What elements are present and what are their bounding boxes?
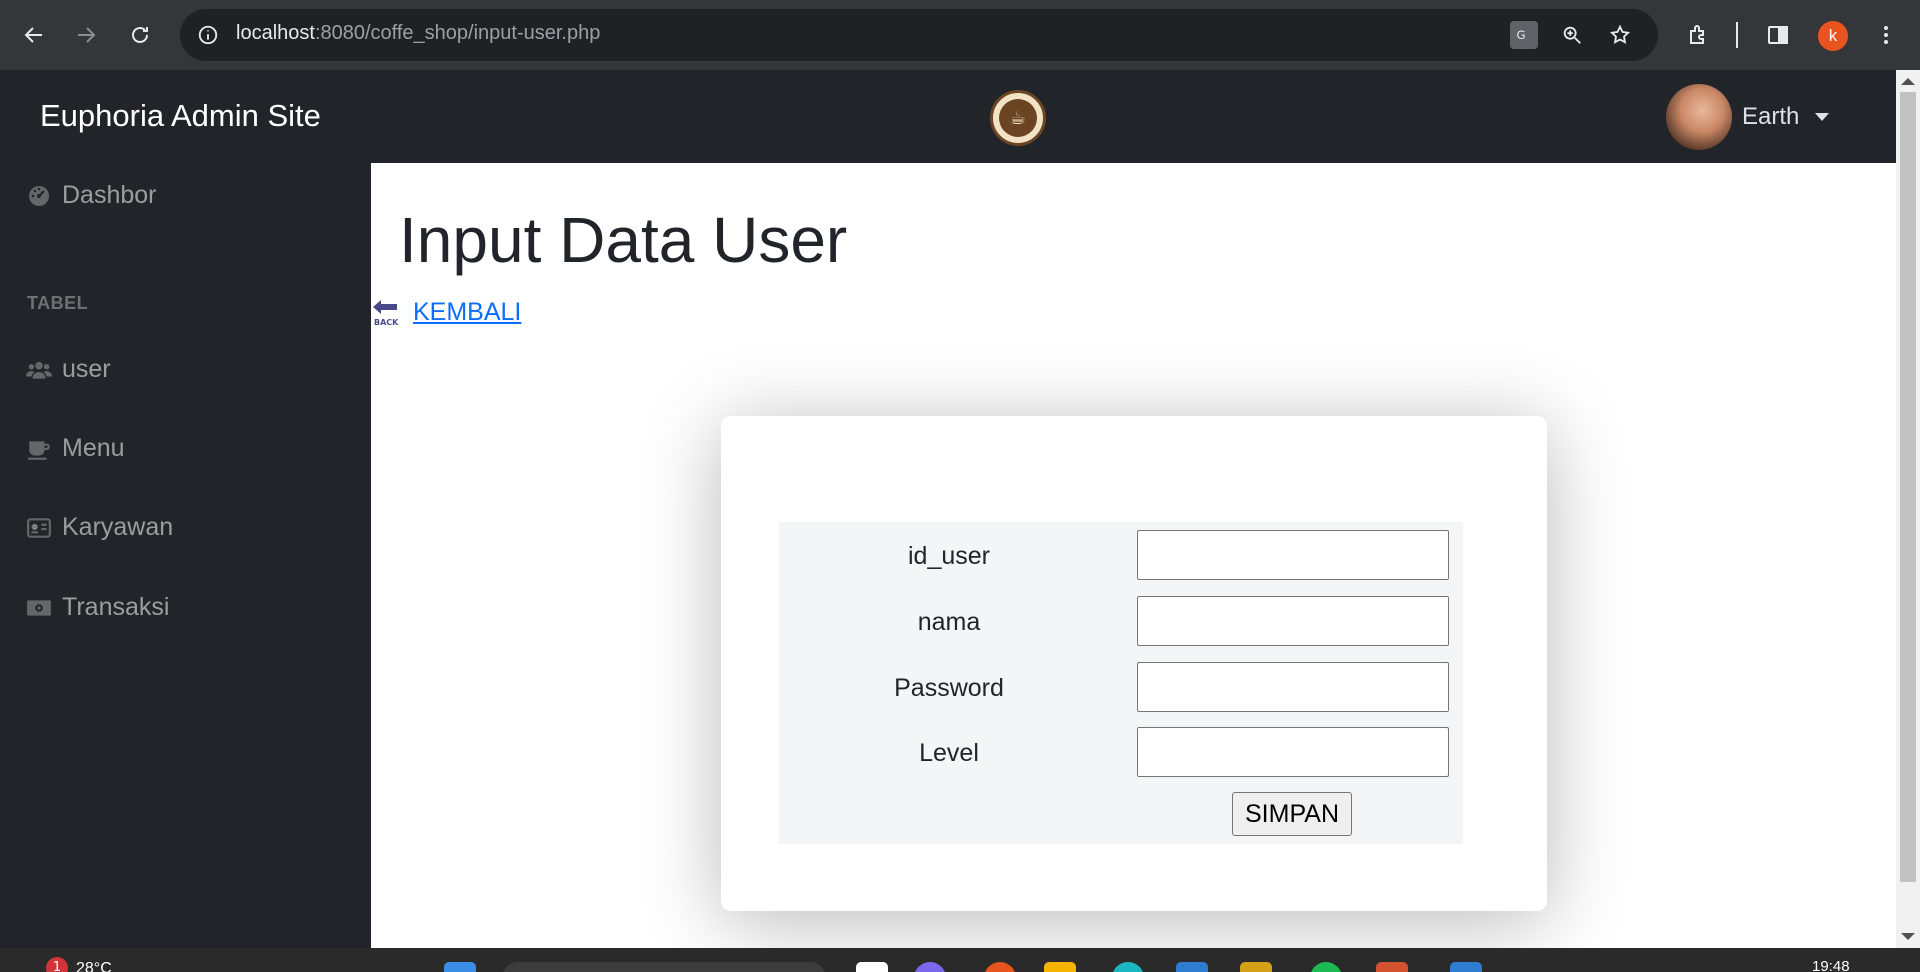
taskbar-app-icon[interactable] <box>856 962 888 972</box>
sidebar-item-label: Transaksi <box>62 593 170 621</box>
users-icon <box>26 357 52 383</box>
translate-icon[interactable]: G <box>1510 21 1538 49</box>
form-card: id_user nama Password Level SIMPAN <box>721 416 1547 911</box>
svg-text:G: G <box>1517 28 1526 42</box>
os-taskbar: 1 28°C 19:48 <box>0 948 1920 972</box>
user-dropdown[interactable]: Earth <box>1666 84 1830 150</box>
reload-icon[interactable] <box>120 15 160 55</box>
id-user-input[interactable] <box>1137 530 1449 580</box>
id-card-icon <box>26 515 52 541</box>
top-navbar: Euphoria Admin Site ☕ Earth <box>0 70 1896 163</box>
clock-time[interactable]: 19:48 <box>1812 958 1850 972</box>
simpan-button[interactable]: SIMPAN <box>1232 792 1352 836</box>
windows-start-icon[interactable] <box>444 962 476 972</box>
user-name: Earth <box>1742 103 1800 130</box>
page-viewport: Euphoria Admin Site ☕ Earth Dashbor TABE… <box>0 70 1896 948</box>
address-bar[interactable]: localhost:8080/coffe_shop/input-user.php… <box>180 9 1658 61</box>
dashboard-gauge-icon <box>26 183 52 209</box>
money-bill-icon <box>26 595 52 621</box>
back-arrow-icon[interactable]: BACK <box>371 297 401 327</box>
taskbar-search-box[interactable] <box>502 962 826 972</box>
avatar <box>1666 84 1732 150</box>
sidebar-item-transaksi[interactable]: Transaksi <box>26 593 169 622</box>
field-label: id_user <box>908 542 990 570</box>
taskbar-app-icon[interactable] <box>1376 962 1408 972</box>
sidebar-item-label: Dashbor <box>62 181 157 209</box>
scroll-thumb[interactable] <box>1900 92 1916 882</box>
taskbar-app-icon[interactable] <box>1112 962 1144 972</box>
main-content: Input Data User BACK KEMBALI id_user nam… <box>371 163 1896 948</box>
back-arrow-icon[interactable] <box>14 15 54 55</box>
field-label: Password <box>894 674 1004 702</box>
taskbar-folder-icon[interactable] <box>1044 962 1076 972</box>
back-link-text[interactable]: KEMBALI <box>413 298 521 327</box>
page-scrollbar[interactable] <box>1896 70 1920 948</box>
url-text[interactable]: localhost:8080/coffe_shop/input-user.php <box>236 22 600 45</box>
taskbar-chrome-icon[interactable] <box>984 962 1016 972</box>
svg-text:BACK: BACK <box>374 318 399 327</box>
taskbar-app-icon[interactable] <box>914 962 946 972</box>
page-title: Input Data User <box>399 204 848 276</box>
sidebar-item-user[interactable]: user <box>26 355 111 384</box>
form-row-nama: nama <box>779 596 1463 646</box>
nama-input[interactable] <box>1137 596 1449 646</box>
level-input[interactable] <box>1137 727 1449 777</box>
scroll-down-icon[interactable] <box>1901 933 1915 940</box>
extensions-icon[interactable] <box>1678 15 1718 55</box>
caret-down-icon <box>1815 113 1830 121</box>
field-label: Level <box>919 739 979 767</box>
sidebar-item-menu[interactable]: Menu <box>26 434 125 463</box>
form-row-id-user: id_user <box>779 530 1463 580</box>
browser-toolbar: localhost:8080/coffe_shop/input-user.php… <box>0 0 1920 70</box>
scroll-up-icon[interactable] <box>1901 78 1915 85</box>
toolbar-divider <box>1736 22 1738 48</box>
sidebar-item-karyawan[interactable]: Karyawan <box>26 513 173 542</box>
zoom-icon[interactable] <box>1558 21 1586 49</box>
sidebar-item-label: Karyawan <box>62 513 174 541</box>
form-row-password: Password <box>779 662 1463 712</box>
profile-avatar[interactable]: k <box>1818 21 1848 51</box>
taskbar-app-icon[interactable] <box>1450 962 1482 972</box>
forward-arrow-icon[interactable] <box>66 15 106 55</box>
sidebar: Dashbor TABEL user Menu Karyawan Transak <box>0 163 371 948</box>
more-menu-icon[interactable] <box>1866 15 1906 55</box>
sidebar-heading: TABEL <box>27 293 89 313</box>
input-form: id_user nama Password Level SIMPAN <box>779 522 1463 844</box>
coffee-logo-icon: ☕ <box>990 90 1046 146</box>
brand-title[interactable]: Euphoria Admin Site <box>40 98 321 134</box>
field-label: nama <box>917 608 981 636</box>
taskbar-app-icon[interactable] <box>1240 962 1272 972</box>
notification-badge: 1 <box>46 957 68 972</box>
sidebar-item-label: Menu <box>62 434 125 462</box>
weather-text[interactable]: 28°C <box>76 960 112 972</box>
taskbar-app-icon[interactable] <box>1310 962 1342 972</box>
bookmark-star-icon[interactable] <box>1606 21 1634 49</box>
site-info-icon[interactable] <box>194 21 222 49</box>
sidebar-item-dashbor[interactable]: Dashbor <box>26 181 157 210</box>
coffee-cup-icon <box>26 436 52 462</box>
form-row-level: Level <box>779 727 1463 777</box>
taskbar-app-icon[interactable] <box>1176 962 1208 972</box>
sidebar-item-label: user <box>62 355 111 383</box>
password-input[interactable] <box>1137 662 1449 712</box>
side-panel-icon[interactable] <box>1758 15 1798 55</box>
back-link[interactable]: BACK KEMBALI <box>371 297 521 327</box>
